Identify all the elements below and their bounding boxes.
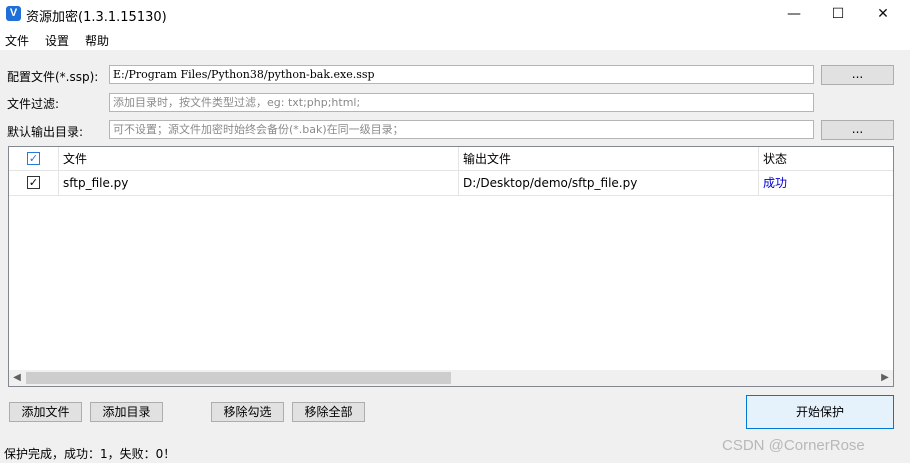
maximize-button[interactable]: ☐ bbox=[815, 0, 861, 28]
menu-settings[interactable]: 设置 bbox=[45, 32, 69, 49]
config-browse-button[interactable]: ... bbox=[821, 65, 894, 85]
row-checkbox[interactable]: ✓ bbox=[27, 176, 40, 189]
filter-input[interactable]: 添加目录时，按文件类型过滤，eg: txt;php;html; bbox=[109, 93, 814, 112]
scroll-thumb[interactable] bbox=[26, 372, 451, 384]
column-header-file[interactable]: 文件 bbox=[59, 147, 459, 171]
scroll-right-icon[interactable]: ▶ bbox=[877, 370, 893, 386]
config-file-label: 配置文件(*.ssp): bbox=[7, 70, 99, 84]
row-file: sftp_file.py bbox=[59, 171, 459, 195]
row-status: 成功 bbox=[763, 176, 788, 190]
horizontal-scrollbar[interactable]: ◀ ▶ bbox=[9, 370, 893, 386]
output-browse-button[interactable]: ... bbox=[821, 120, 894, 140]
add-file-button[interactable]: 添加文件 bbox=[9, 402, 82, 422]
output-dir-label: 默认输出目录: bbox=[7, 125, 84, 139]
header-checkbox-cell: ✓ bbox=[9, 147, 59, 171]
filter-label: 文件过滤: bbox=[7, 97, 60, 111]
file-list[interactable]: ✓ 文件 输出文件 状态 ✓ sftp_file.py D:/Desktop/d… bbox=[8, 146, 894, 387]
menu-bar: 文件 设置 帮助 bbox=[0, 28, 910, 50]
table-row[interactable]: ✓ sftp_file.py D:/Desktop/demo/sftp_file… bbox=[9, 171, 893, 196]
list-header: ✓ 文件 输出文件 状态 bbox=[9, 147, 893, 171]
column-header-status[interactable]: 状态 bbox=[759, 147, 893, 171]
config-file-input[interactable]: E:/Program Files/Python38/python-bak.exe… bbox=[109, 65, 814, 84]
title-bar: V 资源加密(1.3.1.15130) — ☐ ✕ bbox=[0, 0, 910, 28]
start-protect-button[interactable]: 开始保护 bbox=[746, 395, 894, 429]
scroll-left-icon[interactable]: ◀ bbox=[9, 370, 25, 386]
menu-file[interactable]: 文件 bbox=[5, 32, 29, 49]
row-checkbox-cell: ✓ bbox=[9, 171, 59, 195]
add-directory-button[interactable]: 添加目录 bbox=[90, 402, 163, 422]
close-button[interactable]: ✕ bbox=[860, 0, 906, 28]
select-all-checkbox[interactable]: ✓ bbox=[27, 152, 40, 165]
app-icon: V bbox=[6, 6, 21, 21]
watermark: CSDN @CornerRose bbox=[722, 437, 865, 454]
minimize-button[interactable]: — bbox=[771, 0, 817, 28]
menu-help[interactable]: 帮助 bbox=[85, 32, 109, 49]
status-text: 保护完成，成功：1，失败：0！ bbox=[4, 447, 176, 461]
window-title: 资源加密(1.3.1.15130) bbox=[26, 10, 167, 25]
remove-checked-button[interactable]: 移除勾选 bbox=[211, 402, 284, 422]
output-dir-input[interactable]: 可不设置；源文件加密时始终会备份(*.bak)在同一级目录； bbox=[109, 120, 814, 139]
remove-all-button[interactable]: 移除全部 bbox=[292, 402, 365, 422]
row-output: D:/Desktop/demo/sftp_file.py bbox=[459, 171, 759, 195]
column-header-output[interactable]: 输出文件 bbox=[459, 147, 759, 171]
